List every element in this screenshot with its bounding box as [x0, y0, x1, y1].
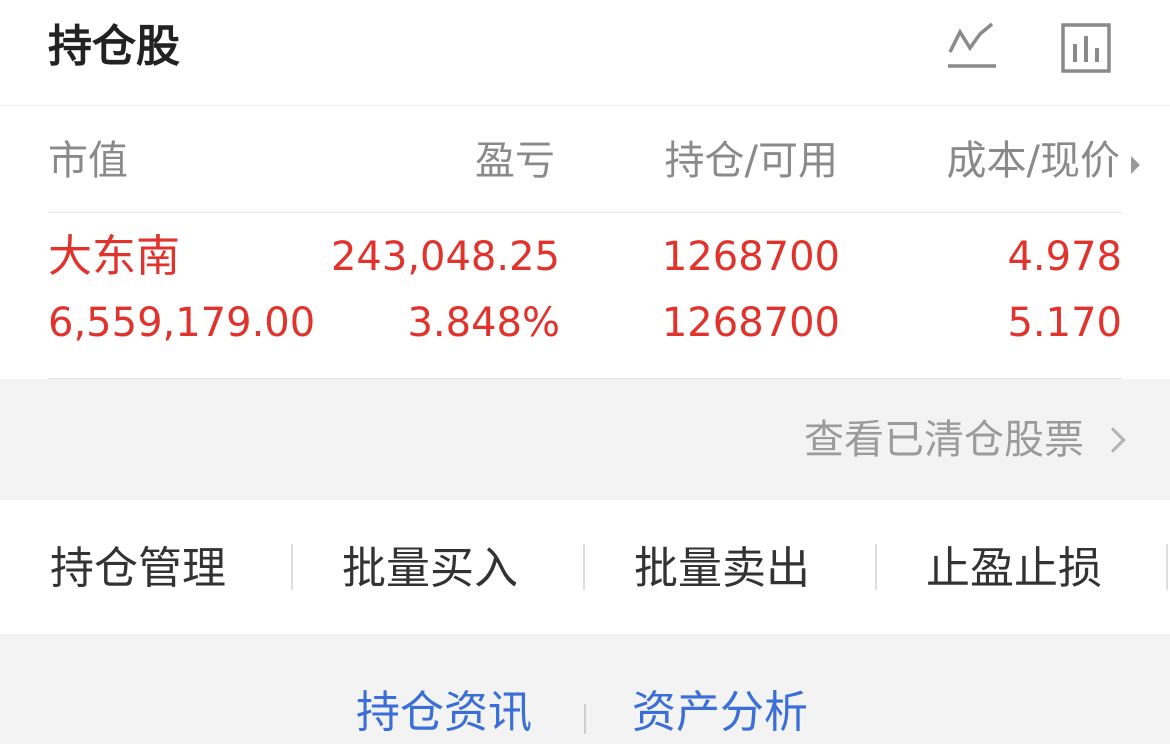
- divider: [291, 544, 293, 590]
- column-header-position-available: 持仓/可用: [664, 138, 838, 184]
- current-price: 5.170: [1007, 300, 1122, 346]
- profit-loss-amount: 243,048.25: [330, 234, 560, 280]
- divider: [583, 544, 585, 590]
- divider: [1166, 544, 1168, 590]
- view-cleared-stocks-label: 查看已清仓股票: [804, 417, 1084, 463]
- view-cleared-stocks-link[interactable]: 查看已清仓股票: [804, 415, 1126, 465]
- column-header-cost-price: 成本/现价: [946, 138, 1120, 184]
- header-bar: 持仓股: [0, 0, 1170, 106]
- column-header-profit-loss: 盈亏: [475, 138, 555, 184]
- available-quantity: 1268700: [661, 300, 840, 346]
- bar-chart-icon[interactable]: [1060, 22, 1112, 74]
- trend-chart-icon[interactable]: [946, 22, 998, 74]
- cleared-stocks-section: 查看已清仓股票: [0, 379, 1170, 500]
- position-management-button[interactable]: 持仓管理: [50, 542, 226, 596]
- action-bar: 持仓管理 批量买入 批量卖出 止盈止损: [0, 500, 1170, 634]
- divider: [875, 544, 877, 590]
- page-title: 持仓股: [48, 21, 180, 72]
- batch-buy-button[interactable]: 批量买入: [342, 542, 518, 596]
- asset-analysis-link[interactable]: 资产分析: [632, 686, 808, 740]
- bottom-links-bar: 持仓资讯 资产分析: [0, 634, 1170, 744]
- scroll-right-arrow-icon[interactable]: [1131, 156, 1140, 174]
- divider: [48, 212, 1122, 213]
- stock-name: 大东南: [48, 231, 180, 282]
- cost-price: 4.978: [1007, 234, 1122, 280]
- divider: [584, 704, 586, 734]
- column-header-market-value: 市值: [48, 138, 128, 184]
- batch-sell-button[interactable]: 批量卖出: [634, 542, 810, 596]
- profit-loss-percent: 3.848%: [407, 300, 560, 346]
- chevron-right-icon: [1100, 427, 1126, 453]
- holding-row[interactable]: 大东南 243,048.25 1268700 4.978 6,559,179.0…: [0, 214, 1170, 378]
- market-value: 6,559,179.00: [48, 300, 316, 346]
- take-profit-stop-loss-button[interactable]: 止盈止损: [926, 542, 1102, 596]
- position-news-link[interactable]: 持仓资讯: [356, 686, 532, 740]
- column-headers: 市值 盈亏 持仓/可用 成本/现价: [0, 106, 1170, 214]
- position-quantity: 1268700: [661, 234, 840, 280]
